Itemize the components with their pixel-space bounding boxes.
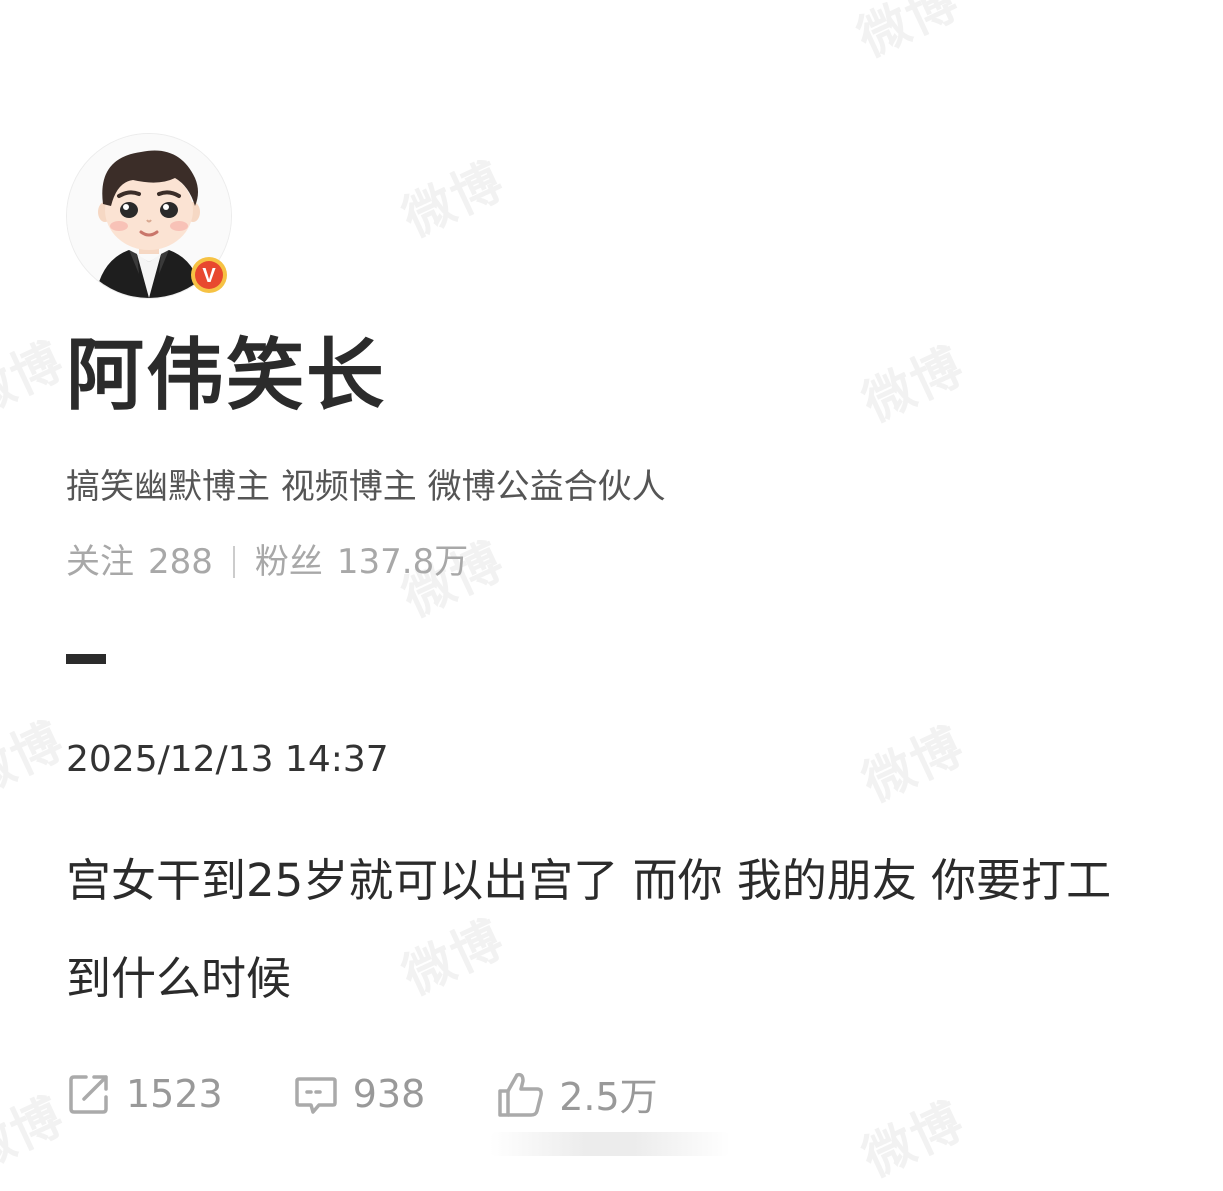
watermark: 微博 — [394, 151, 514, 248]
comment-button[interactable]: 938 — [293, 1071, 426, 1117]
watermark: 微博 — [849, 0, 969, 68]
followers-label: 粉丝 — [254, 542, 323, 582]
section-divider — [66, 654, 106, 664]
post-timestamp: 2025/12/13 14:37 — [66, 739, 389, 780]
watermark: 微博 — [0, 331, 74, 428]
like-button[interactable]: 2.5万 — [495, 1066, 658, 1121]
watermark: 微博 — [854, 336, 974, 433]
profile-name[interactable]: 阿伟笑长 — [66, 328, 386, 424]
followers-link[interactable]: 粉丝 137.8万 — [255, 538, 468, 586]
verified-badge-icon: V — [191, 257, 227, 293]
stats-divider — [232, 546, 235, 578]
watermark: 微博 — [0, 1086, 74, 1183]
like-count: 2.5万 — [559, 1075, 658, 1119]
profile-tags: 搞笑幽默博主 视频博主 微博公益合伙人 — [66, 467, 666, 507]
following-label: 关注 — [66, 542, 134, 582]
following-count: 288 — [148, 542, 213, 582]
followers-count: 137.8万 — [336, 542, 469, 582]
watermark: 微博 — [854, 1091, 974, 1188]
post-text: 宫女干到25岁就可以出宫了 而你 我的朋友 你要打工到什么时候 — [66, 854, 1112, 1005]
share-button[interactable]: 1523 — [66, 1071, 223, 1117]
scroll-hint — [490, 1132, 730, 1156]
thumbs-up-icon — [498, 1072, 544, 1117]
watermark: 微博 — [854, 716, 974, 813]
verified-mark: V — [202, 265, 216, 287]
action-bar: 1523 938 2.5万 — [66, 1066, 728, 1121]
share-icon — [69, 1074, 108, 1114]
comment-icon — [294, 1076, 337, 1114]
watermark: 微博 — [0, 711, 74, 808]
following-link[interactable]: 关注 288 — [66, 538, 213, 586]
comment-count: 938 — [352, 1071, 426, 1116]
profile-stats: 关注 288 粉丝 137.8万 — [66, 538, 468, 586]
share-count: 1523 — [126, 1071, 223, 1116]
